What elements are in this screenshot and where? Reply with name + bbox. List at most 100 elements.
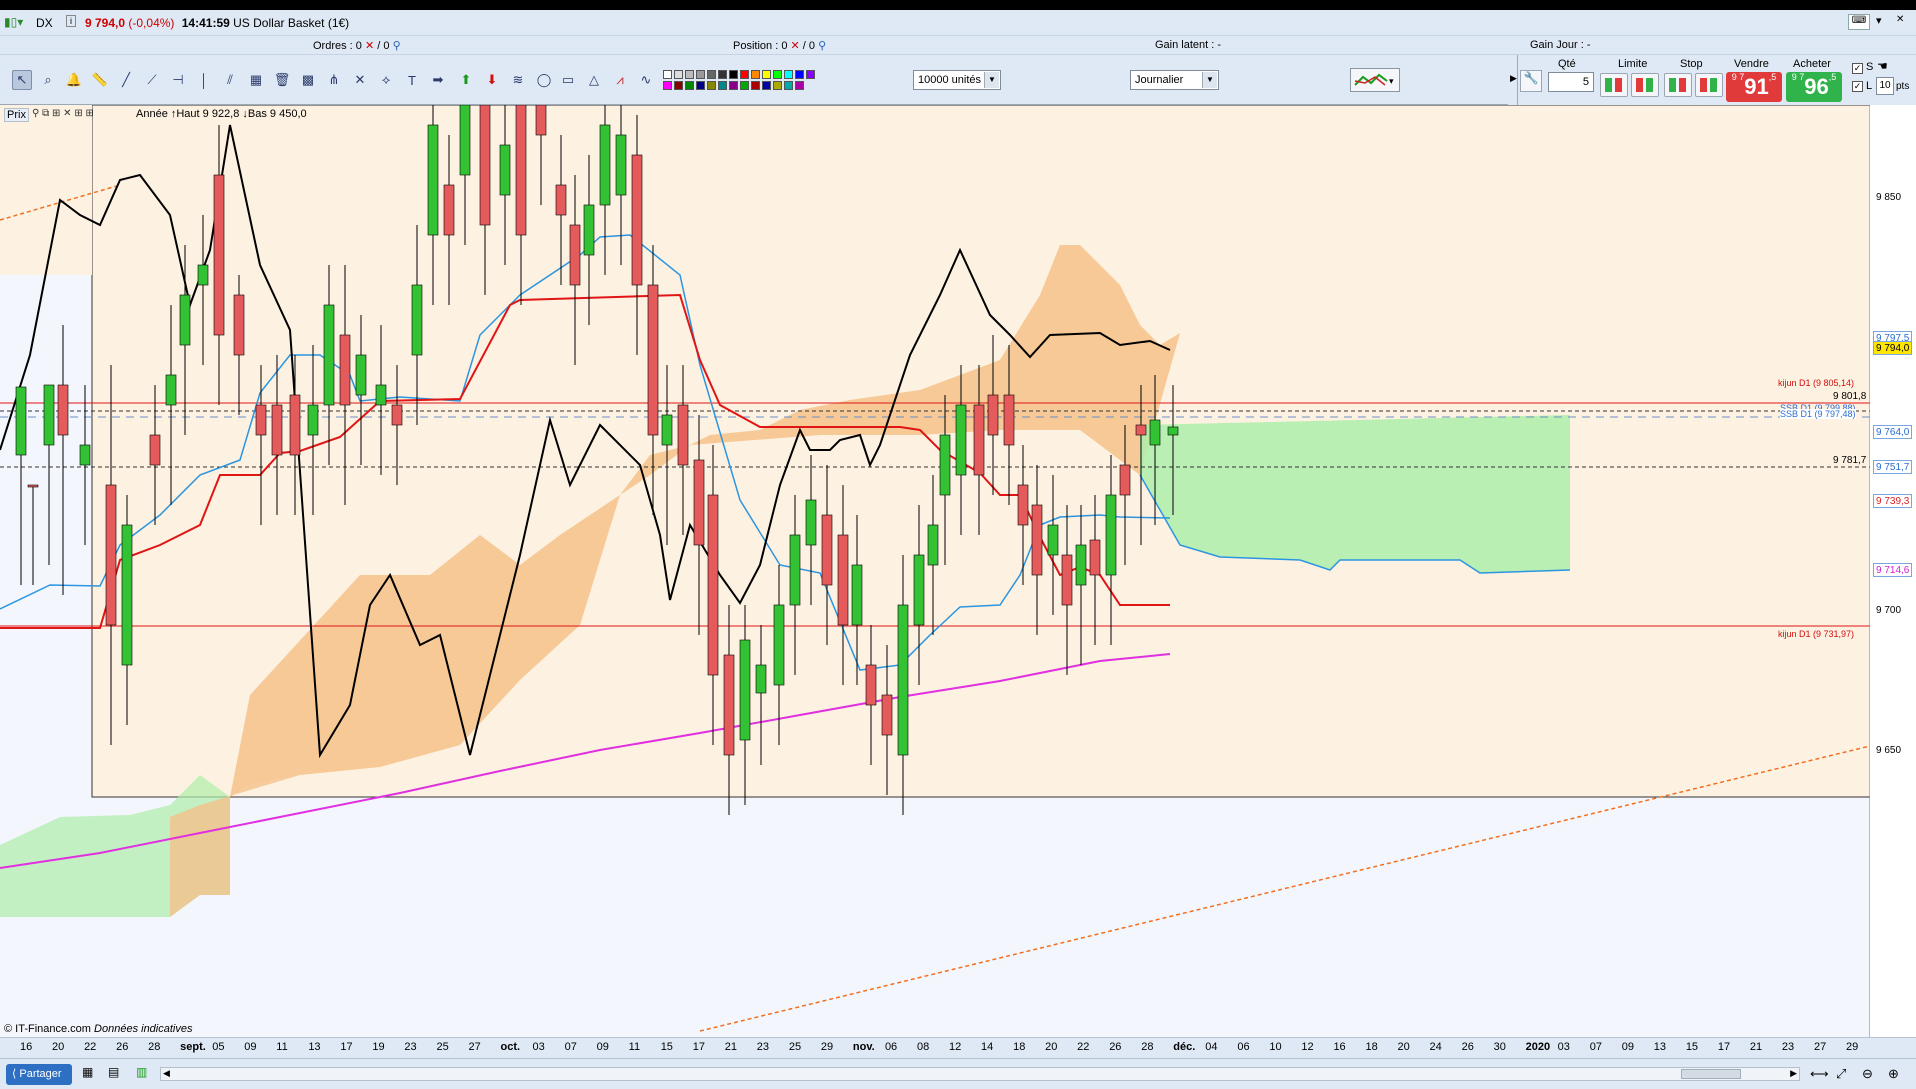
arrow-up-icon[interactable]: ⬆ — [456, 70, 476, 90]
color-swatch[interactable] — [762, 81, 771, 90]
scroll-left-icon[interactable]: ◀ — [163, 1068, 170, 1079]
elliott-icon[interactable]: ∿ — [636, 70, 656, 90]
trendline-icon[interactable]: ╱ — [116, 70, 136, 90]
position-link-icon[interactable]: ⚲ — [818, 40, 826, 52]
stop-buy-button[interactable] — [1664, 73, 1692, 97]
alert-bell-icon[interactable]: 🔔 — [64, 70, 84, 90]
stop-sell-button[interactable] — [1695, 73, 1723, 97]
wrench-icon[interactable]: 🔧 — [1520, 70, 1542, 92]
color-swatch[interactable] — [762, 70, 771, 79]
buy-button[interactable]: 9 796,5 — [1786, 72, 1842, 102]
channel-icon[interactable]: ⫽ — [220, 70, 240, 90]
trash-icon[interactable]: 🗑 — [272, 70, 292, 90]
scroll-right-icon[interactable]: ▶ — [1790, 1068, 1797, 1079]
vertical-line-icon[interactable]: │ — [194, 70, 214, 90]
color-swatch[interactable] — [729, 70, 738, 79]
sell-button[interactable]: 9 791,5 — [1726, 72, 1782, 102]
color-swatch[interactable] — [751, 81, 760, 90]
chart-type-icon[interactable]: ▮▯▾ — [4, 15, 23, 29]
l-checkbox[interactable]: ✓ — [1852, 81, 1863, 92]
text-tool-icon[interactable]: T — [402, 70, 422, 90]
keyboard-icon[interactable]: ⌨ — [1848, 14, 1870, 30]
color-swatch[interactable] — [729, 81, 738, 90]
calendar-icon[interactable]: ▦ — [82, 1065, 98, 1083]
period-select[interactable]: Journalier ▼ — [1130, 70, 1219, 90]
color-swatch[interactable] — [663, 81, 672, 90]
info-icon[interactable]: i — [66, 15, 76, 27]
expand-icon[interactable]: ⤢ — [1836, 1066, 1846, 1082]
color-swatch[interactable] — [773, 70, 782, 79]
legend-prix[interactable]: Prix — [4, 108, 29, 122]
color-swatch[interactable] — [740, 81, 749, 90]
color-swatch[interactable] — [696, 81, 705, 90]
color-swatch[interactable] — [707, 81, 716, 90]
chart-area[interactable]: Prix ⚲ ⧉ ⊞ ✕ ⊞ ⊞ Année ↑Haut 9 922,8 ↓Ba… — [0, 105, 1916, 1058]
color-swatch[interactable] — [696, 70, 705, 79]
horizontal-line-icon[interactable]: ⊣ — [168, 70, 188, 90]
fan-icon[interactable]: ⟡ — [376, 70, 396, 90]
zoom-out-icon[interactable]: ⊖ — [1862, 1066, 1873, 1082]
orders-link-icon[interactable]: ⚲ — [393, 40, 401, 52]
s-checkbox[interactable]: ✓ — [1852, 63, 1863, 74]
orders-cancel-icon[interactable]: ✕ — [365, 40, 374, 52]
units-select[interactable]: 10000 unités ▼ — [913, 70, 1001, 90]
arrow-down-icon[interactable]: ⬇ — [482, 70, 502, 90]
triangle-icon[interactable]: △ — [584, 70, 604, 90]
wave-icon[interactable]: ≋ — [508, 70, 528, 90]
color-swatch[interactable] — [685, 70, 694, 79]
scroll-thumb[interactable] — [1681, 1069, 1741, 1079]
color-swatch[interactable] — [784, 70, 793, 79]
legend-tools[interactable]: ⚲ ⧉ ⊞ ✕ ⊞ ⊞ — [32, 108, 94, 119]
color-swatch[interactable] — [773, 81, 782, 90]
ray-icon[interactable]: ⟋ — [142, 70, 162, 90]
save-icon[interactable]: ▤ — [108, 1065, 124, 1083]
color-swatch[interactable] — [718, 81, 727, 90]
limit-label: Limite — [1618, 58, 1648, 70]
color-swatch[interactable] — [663, 70, 672, 79]
zigzag-icon[interactable]: ⩘ — [610, 70, 630, 90]
color-swatch[interactable] — [795, 81, 804, 90]
ruler-icon[interactable]: 📏 — [90, 70, 110, 90]
color-swatch[interactable] — [795, 70, 804, 79]
zoom-in-icon[interactable]: ⊕ — [1888, 1066, 1899, 1082]
rectangle-icon[interactable]: ▭ — [558, 70, 578, 90]
color-swatch[interactable] — [707, 70, 716, 79]
qty-input[interactable] — [1548, 72, 1594, 92]
grid-icon[interactable]: ▩ — [298, 70, 318, 90]
arrow-right-icon[interactable]: ➡ — [428, 70, 448, 90]
position-cancel-icon[interactable]: ✕ — [791, 40, 800, 52]
color-swatch[interactable] — [751, 70, 760, 79]
fit-icon[interactable]: ⟷ — [1810, 1066, 1829, 1082]
gann-icon[interactable]: ✕ — [350, 70, 370, 90]
panel-collapse[interactable]: ▶ — [1510, 55, 1518, 105]
pitchfork-icon[interactable]: ⋔ — [324, 70, 344, 90]
candle-body — [723, 654, 735, 756]
candle-body — [27, 484, 39, 488]
limit-buy-button[interactable] — [1600, 73, 1628, 97]
indicators-button[interactable]: ▾ — [1350, 68, 1400, 92]
candle-body — [973, 404, 985, 476]
color-swatch[interactable] — [740, 70, 749, 79]
limit-sell-button[interactable] — [1631, 73, 1659, 97]
pts-input[interactable]: 10 — [1876, 77, 1894, 95]
zoom-icon[interactable]: ⌕ — [38, 70, 58, 90]
color-swatch[interactable] — [685, 81, 694, 90]
lasso-icon[interactable]: ◯ — [534, 70, 554, 90]
cursor-icon[interactable]: ↖ — [12, 70, 32, 90]
hand-icon[interactable]: ☚ — [1877, 59, 1891, 73]
color-swatch[interactable] — [674, 81, 683, 90]
color-swatch[interactable] — [718, 70, 727, 79]
date-axis[interactable]: 16 20 22 26 28 sept. 05 09 11 13 17 19 23 25 27 oct. 03 0… — [0, 1037, 1916, 1058]
color-swatch[interactable] — [806, 70, 815, 79]
candle-body — [1119, 464, 1131, 496]
color-swatch[interactable] — [784, 81, 793, 90]
symbol-label[interactable]: DX — [36, 16, 53, 30]
pin-icon[interactable]: ✕ — [1896, 14, 1912, 30]
color-swatch[interactable] — [674, 70, 683, 79]
dropdown-icon[interactable]: ▾ — [1876, 14, 1894, 30]
share-button[interactable]: ⟨ Partager — [6, 1064, 72, 1085]
template-icon[interactable]: ▥ — [136, 1065, 152, 1083]
horizontal-scrollbar[interactable]: ◀ ▶ — [160, 1067, 1800, 1081]
fibonacci-icon[interactable]: ▦ — [246, 70, 266, 90]
candle-body — [821, 514, 833, 586]
